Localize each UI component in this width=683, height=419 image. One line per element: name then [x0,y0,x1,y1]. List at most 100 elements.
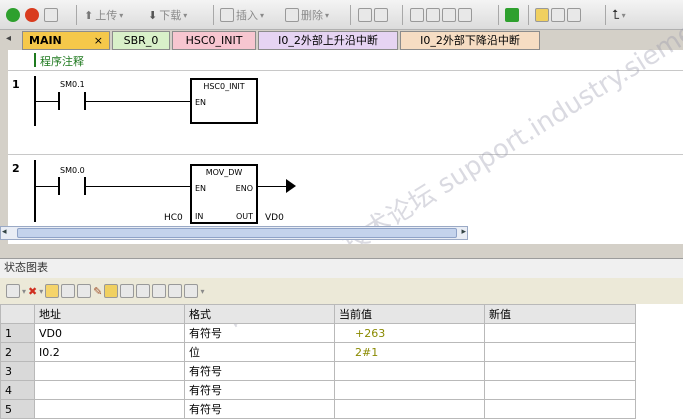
address-cell[interactable] [34,399,185,419]
main-toolbar: ⬆ 上传 ▾ ⬇ 下载 ▾ 插入 ▾ 删除 ▾ ⮤ ▾ [0,0,683,30]
table-header-row: 地址 格式 当前值 新值 [0,304,636,324]
pin-eno: ENO [235,184,253,193]
format-cell[interactable]: 位 [184,342,335,362]
chart-view-icon[interactable] [168,284,183,298]
upload-arrow-icon: ⬆ [84,8,94,22]
tab-i0-2-rising-interrupt[interactable]: I0_2外部上升沿中断 [258,31,398,50]
options-icon[interactable] [184,284,199,298]
format-cell[interactable]: 有符号 [184,380,335,400]
read-forced-icon[interactable] [136,284,151,298]
tab-i0-2-falling-interrupt[interactable]: I0_2外部下降沿中断 [400,31,540,50]
pencil-icon[interactable]: ✎ [93,285,102,298]
tab-label: HSC0_INIT [185,34,243,47]
status-chart-toolbar: ▾ ✖ ▾ ✎ ▾ [0,278,683,304]
scroll-right-icon[interactable]: ▸ [461,227,466,237]
run-icon[interactable] [6,8,20,22]
go-icon[interactable] [505,8,519,22]
pause-icon[interactable] [61,284,76,298]
chevron-down-icon: ▾ [325,10,330,20]
add-row-icon[interactable] [6,284,20,298]
pin-en: EN [195,184,207,193]
trend-icon[interactable] [152,284,167,298]
scrollbar-thumb[interactable] [17,228,457,238]
address-cell[interactable]: VD0 [34,323,185,343]
column-header[interactable]: 新值 [484,304,636,324]
splitter[interactable] [0,244,683,258]
contact-left-bar[interactable] [58,177,60,195]
contact-left-bar[interactable] [58,92,60,110]
unlock-all-icon[interactable] [567,8,581,22]
window-icon[interactable] [410,8,424,22]
format-cell[interactable]: 有符号 [184,361,335,381]
forward-icon[interactable] [442,8,456,22]
editor-gutter [0,50,8,244]
toolbar-view-group [358,6,388,24]
bookmark-icon[interactable] [458,8,472,22]
compare-icon[interactable] [374,8,388,22]
tab-sbr-0[interactable]: SBR_0 [112,31,170,50]
close-icon[interactable]: × [94,32,103,49]
read-icon[interactable] [77,284,92,298]
toolbar-nav-group [410,6,472,24]
tab-main[interactable]: MAIN × [22,31,110,50]
tab-label: I0_2外部下降沿中断 [420,34,520,47]
unforce-icon[interactable] [120,284,135,298]
new-value-cell[interactable] [484,380,636,400]
branch-icon[interactable]: ⮤ [612,8,620,23]
address-cell[interactable]: I0.2 [34,342,185,362]
scroll-left-icon[interactable]: ◂ [2,227,7,237]
force-lock-icon[interactable] [104,284,119,298]
status-chart-title: 状态图表 [0,258,683,278]
lock-icon[interactable] [535,8,549,22]
toolbar-separator [498,5,499,25]
tab-scroll-left-icon[interactable]: ◂ [6,33,11,44]
divider [8,154,683,155]
out-operand[interactable]: VD0 [265,213,284,223]
monitor-icon[interactable] [45,284,60,298]
mov-dw-box[interactable]: MOV_DW EN ENO IN OUT [190,164,258,224]
column-header[interactable]: 格式 [184,304,335,324]
delete-button[interactable]: 删除 ▾ [285,6,329,24]
stop-icon[interactable] [25,8,39,22]
divider [8,70,683,71]
editor-horizontal-scrollbar[interactable]: ◂ ▸ [0,226,468,240]
row-number-header [0,304,35,324]
new-value-cell[interactable] [484,323,636,343]
upload-button[interactable]: ⬆ 上传 ▾ [84,6,123,24]
toolbar-run-group [6,6,58,24]
program-comment[interactable]: 程序注释 [40,53,84,69]
column-header[interactable]: 当前值 [334,304,485,324]
new-value-cell[interactable] [484,361,636,381]
current-value-cell [334,399,485,419]
unlock-icon[interactable] [551,8,565,22]
column-header[interactable]: 地址 [34,304,185,324]
delete-icon [285,8,299,22]
format-cell[interactable]: 有符号 [184,399,335,419]
insert-button[interactable]: 插入 ▾ [220,6,264,24]
delete-row-icon[interactable]: ✖ [28,285,37,298]
current-value-cell: 2#1 [334,342,485,362]
toolbar-separator [528,5,529,25]
back-icon[interactable] [426,8,440,22]
format-cell[interactable]: 有符号 [184,323,335,343]
chevron-down-icon: ▾ [200,286,205,296]
address-cell[interactable] [34,361,185,381]
compile-icon[interactable] [44,8,58,22]
address-cell[interactable] [34,380,185,400]
tab-hsc0-init[interactable]: HSC0_INIT [172,31,256,50]
toolbar-separator [350,5,351,25]
chevron-down-icon: ▾ [260,10,265,20]
network-icon[interactable] [358,8,372,22]
toolbar-go-group [505,6,519,24]
new-value-cell[interactable] [484,399,636,419]
row-number: 2 [0,342,35,362]
pin-en: EN [195,98,207,107]
download-arrow-icon: ⬇ [148,8,158,22]
new-value-cell[interactable] [484,342,636,362]
hsc0-init-call-box[interactable]: HSC0_INIT EN [190,78,258,124]
download-label: 下载 [159,9,182,22]
pin-out: OUT [235,212,253,221]
network-number: 2 [12,162,20,175]
in-operand[interactable]: HC0 [164,213,183,223]
download-button[interactable]: ⬇ 下载 ▾ [148,6,187,24]
